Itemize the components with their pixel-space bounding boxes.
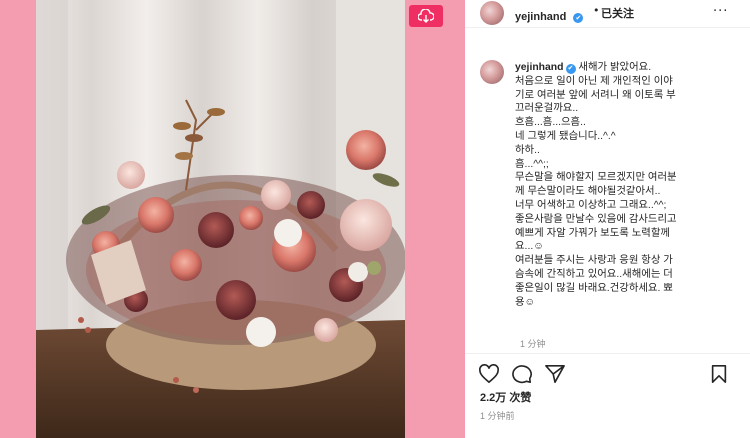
share-icon[interactable] [544, 364, 566, 388]
caption-line: 요...☺ [515, 241, 544, 253]
pink-border-right [405, 0, 465, 438]
caption-line: 예쁘게 자알 가꿔가 보도록 노력할께 [515, 227, 670, 239]
caption-line: 하하.. [515, 144, 540, 156]
username-link[interactable]: yejinhand [515, 11, 566, 23]
caption-line: 처음으로 일이 아닌 제 개인적인 이야 [515, 75, 673, 87]
avatar[interactable] [480, 1, 504, 25]
more-options-icon[interactable]: ··· [713, 4, 728, 19]
caption-line: 여러분들 주시는 사랑과 응원 항상 가 [515, 255, 673, 267]
like-count[interactable]: 2.2万 次赞 [480, 389, 531, 405]
download-button[interactable] [409, 5, 443, 27]
comment-icon[interactable] [511, 364, 533, 388]
cloud-download-icon [418, 9, 434, 23]
follow-status-button[interactable]: 已关注 [601, 5, 634, 21]
heart-icon[interactable] [478, 364, 500, 388]
caption-line: 네 그렇게 됐습니다..^.^ [515, 130, 616, 142]
screenshot-frame: yejinhand ✔ • 已关注 ··· yejinhand ✔ 새해가 밝았어… [0, 0, 750, 438]
caption-line: 흠...^^;; [515, 158, 549, 170]
caption-line: 끄러운걸까요.. [515, 103, 579, 115]
caption-line: 께 무슨말이라도 해야될것같아서.. [515, 186, 661, 198]
separator-dot: • [593, 4, 600, 17]
post-photo[interactable] [36, 0, 405, 438]
post-timestamp: 1 分钟前 [480, 411, 515, 421]
verified-badge-icon: ✔ [573, 13, 584, 23]
caption-line: 너무 어색하고 이상하고 그래요..^^; [515, 199, 667, 211]
caption-line: 슴속에 간직하고 있어요..새해에는 더 [515, 268, 673, 280]
caption-line: 새해가 밝았어요. [575, 62, 652, 73]
bookmark-icon[interactable] [710, 364, 728, 388]
flower-basket-image [36, 0, 405, 438]
caption-line: 무슨말을 해야할지 모르겠지만 여러분 [515, 172, 677, 184]
caption-avatar[interactable] [480, 60, 504, 84]
caption-line: 용☺ [515, 296, 536, 308]
post-header: yejinhand ✔ • 已关注 ··· [465, 0, 750, 28]
verified-badge-icon: ✔ [565, 64, 576, 74]
header-username[interactable]: yejinhand ✔ [515, 5, 584, 24]
pink-border-left [0, 0, 36, 438]
caption-line: 좋은일이 많길 바래요.건강하세요. 뾰 [515, 282, 673, 294]
action-bar [465, 353, 750, 393]
caption-text: yejinhand ✔ 새해가 밝았어요. 처음으로 일이 아닌 제 개인적인 이… [515, 61, 715, 309]
caption-line: 기로 여러분 앞에 서려니 왜 이토록 부 [515, 89, 676, 101]
caption-username[interactable]: yejinhand [515, 62, 564, 73]
caption-timestamp: 1 分钟 [520, 339, 546, 349]
post-panel: yejinhand ✔ • 已关注 ··· yejinhand ✔ 새해가 밝았어… [465, 0, 750, 438]
caption-line: 좋은사람을 만날수 있음에 감사드리고 [515, 213, 677, 225]
caption-line: 흐흠...흠...으흠.. [515, 117, 586, 129]
